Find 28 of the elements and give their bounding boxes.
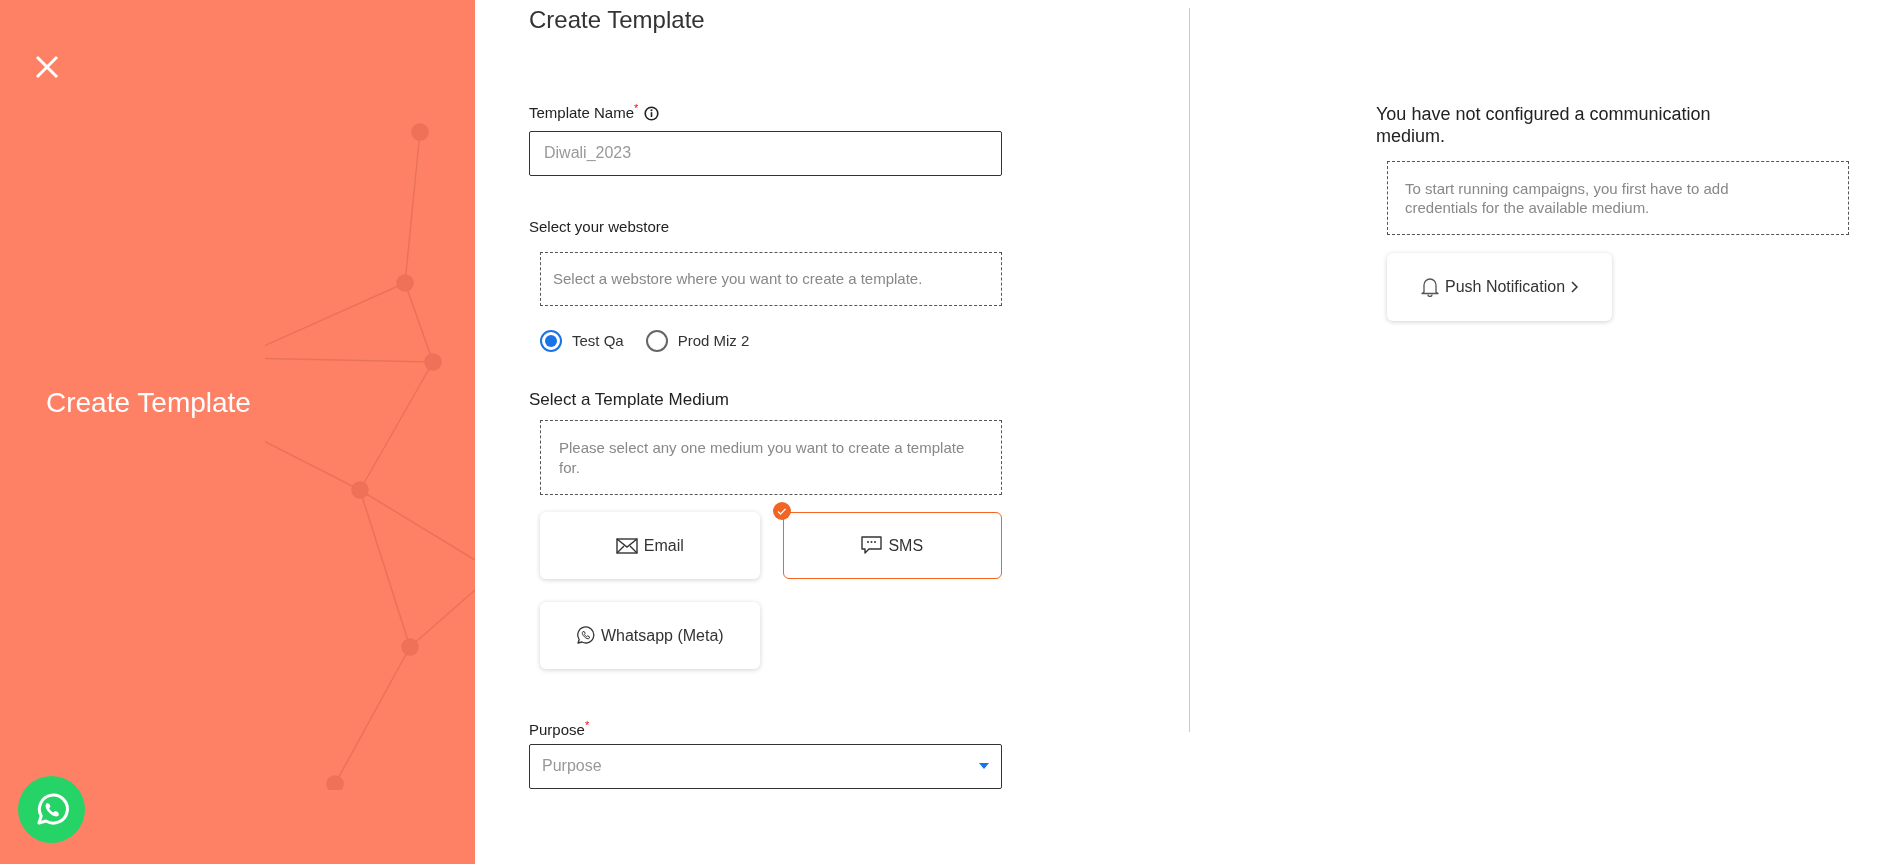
sidebar-title: Create Template — [46, 386, 251, 420]
medium-card[interactable]: Push Notification — [1387, 253, 1612, 321]
notice-title: You have not configured a communication medium. — [1376, 103, 1712, 147]
info-icon[interactable] — [644, 105, 660, 121]
hint-box: Select a webstore where you want to create a template. — [540, 252, 1002, 306]
whatsapp-icon — [575, 626, 595, 645]
hint-box: To start running campaigns, you first have to add credentials for the available medium. — [1387, 161, 1849, 235]
close-icon — [35, 55, 59, 79]
hint-box: Please select any one medium you want to create a template for. — [540, 420, 1002, 495]
close-button[interactable] — [33, 53, 61, 81]
envelope-icon — [615, 537, 638, 554]
radio-button[interactable] — [540, 330, 562, 353]
field-label: Purpose* — [529, 719, 590, 740]
radio-option[interactable]: Test Qa — [540, 330, 624, 353]
chat-bubble-icon — [861, 536, 883, 555]
check-badge-icon — [772, 502, 791, 520]
radio-option[interactable]: Prod Miz 2 — [645, 330, 750, 353]
field-label: Template Name* — [529, 102, 639, 123]
medium-card[interactable]: SMS — [782, 512, 1002, 579]
section-label: Select a Template Medium — [529, 388, 730, 411]
medium-card[interactable]: Email — [540, 512, 760, 579]
radio-button[interactable] — [645, 330, 668, 353]
chevron-right-icon — [1571, 281, 1579, 293]
page-title: Create Template — [529, 5, 706, 35]
section-label: Select your webstore — [529, 216, 671, 237]
medium-card[interactable]: Whatsapp (Meta) — [540, 602, 760, 669]
caret-icon — [979, 763, 989, 769]
bell-icon — [1420, 277, 1439, 297]
